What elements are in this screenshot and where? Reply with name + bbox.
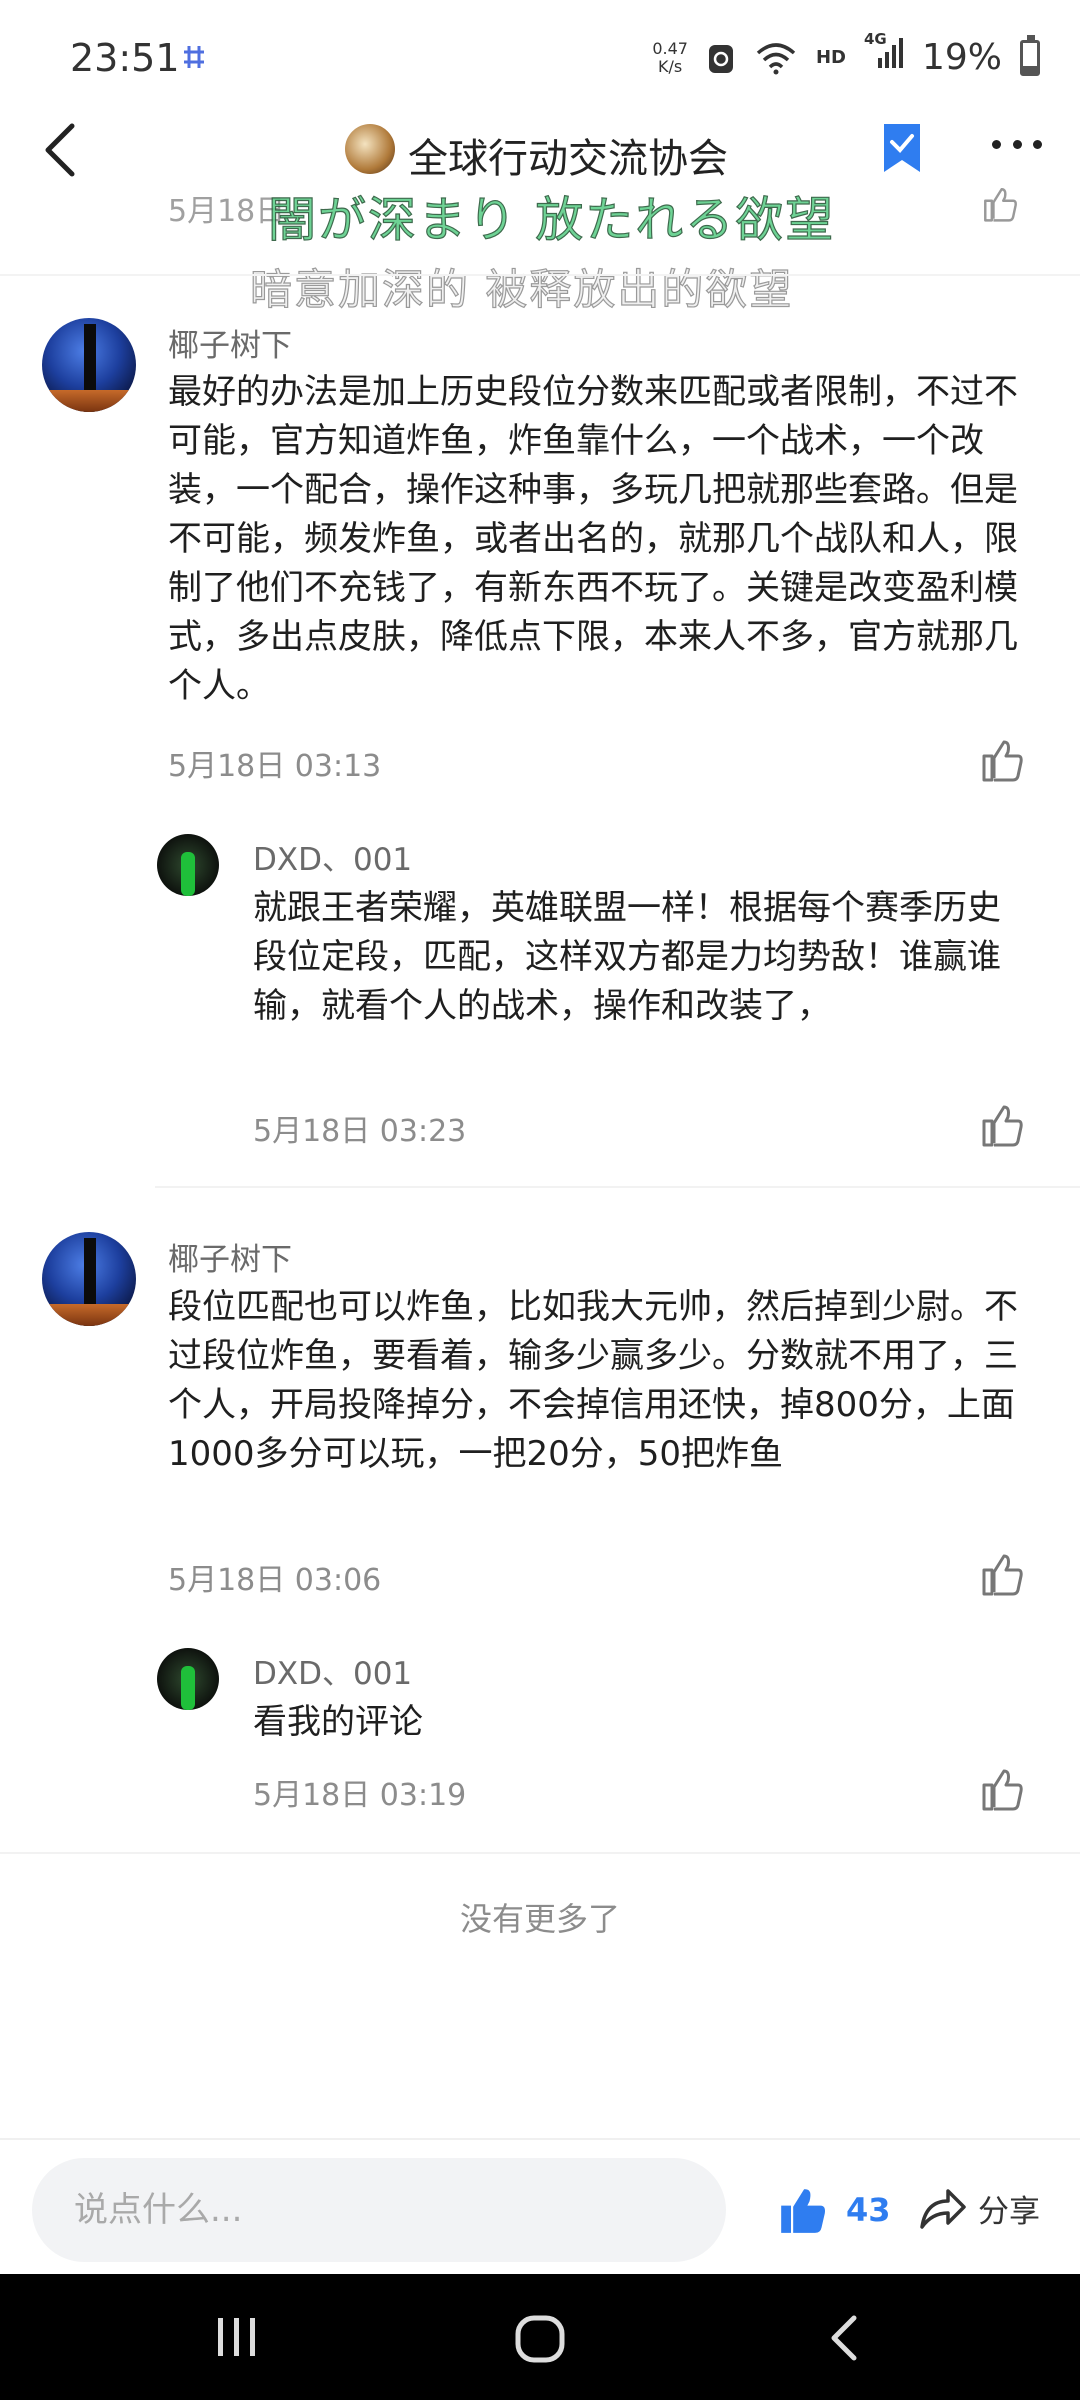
like-icon[interactable] — [980, 738, 1024, 782]
comment-text: 段位匹配也可以炸鱼，比如我大元帅，然后掉到少尉。不过段位炸鱼，要看着，输多少赢多… — [168, 1287, 1018, 1474]
avatar[interactable] — [42, 318, 136, 412]
status-bar: 23:51 0.47 K/s HD 4G 19% — [0, 0, 1080, 120]
divider — [155, 1186, 1080, 1188]
net-speed-unit: K/s — [658, 56, 683, 76]
status-icons: 0.47 K/s HD 4G 19% — [652, 30, 1040, 79]
home-icon[interactable] — [514, 2314, 566, 2364]
bottom-bar: 43 分享 — [0, 2138, 1080, 2274]
status-time: 23:51 — [70, 36, 180, 80]
battery-icon — [1020, 34, 1040, 76]
avatar[interactable] — [42, 1232, 136, 1326]
like-button[interactable]: 43 — [778, 2186, 891, 2234]
wifi-icon — [756, 42, 796, 74]
share-label: 分享 — [978, 2194, 1040, 2230]
back-icon[interactable] — [38, 118, 86, 182]
like-count: 43 — [846, 2191, 891, 2229]
network-type: 4G — [863, 30, 887, 48]
divider — [0, 274, 1080, 276]
divider — [0, 1852, 1080, 1854]
page-title: 全球行动交流协会 — [408, 136, 728, 182]
reply-time: 5月18日 03:23 — [253, 1114, 467, 1149]
like-icon[interactable] — [980, 1767, 1024, 1811]
comment-username[interactable]: 椰子树下 — [168, 320, 292, 365]
app-header: 全球行动交流协会 — [0, 110, 1080, 190]
bookmark-check-icon[interactable] — [882, 122, 922, 174]
comment-input[interactable] — [32, 2158, 726, 2262]
comment-text: 最好的办法是加上历史段位分数来匹配或者限制，不过不可能，官方知道炸鱼，炸鱼靠什么… — [168, 372, 1018, 706]
back-nav-icon[interactable] — [826, 2314, 862, 2362]
system-nav-bar — [0, 2274, 1080, 2400]
net-speed-value: 0.47 — [652, 38, 688, 58]
network-speed: 0.47 K/s — [652, 38, 688, 76]
like-icon[interactable] — [978, 186, 1022, 222]
battery-percent: 19% — [921, 37, 1002, 78]
reply-time: 5月18日 03:19 — [253, 1778, 467, 1813]
like-icon[interactable] — [980, 1552, 1024, 1596]
signal-group: 4G — [864, 30, 904, 79]
recent-apps-icon[interactable] — [212, 2314, 262, 2360]
comment-time: 5月18日 03:13 — [168, 749, 382, 784]
avatar[interactable] — [157, 834, 219, 896]
more-icon[interactable] — [992, 140, 1042, 154]
reply-username[interactable]: DXD、001 — [253, 834, 412, 879]
notification-grid-icon — [184, 46, 204, 68]
comment-username[interactable]: 椰子树下 — [168, 1234, 292, 1279]
group-avatar[interactable] — [345, 124, 395, 174]
reply-text: 看我的评论 — [253, 1702, 423, 1742]
reply-text: 就跟王者荣耀，英雄联盟一样！根据每个赛季历史段位定段，匹配，这样双方都是力均势敌… — [253, 888, 1001, 1026]
lyric-japanese: 闇が深まり 放たれる欲望 — [267, 191, 836, 248]
avatar[interactable] — [157, 1648, 219, 1710]
no-more-text: 没有更多了 — [459, 1900, 620, 1938]
reply-username[interactable]: DXD、001 — [253, 1648, 412, 1693]
share-icon — [920, 2188, 966, 2229]
share-button[interactable]: 分享 — [918, 2186, 1040, 2231]
thumbs-up-icon — [781, 2189, 825, 2233]
lyric-chinese: 暗意加深的 被释放出的欲望 — [249, 264, 794, 314]
comment-time: 5月18日 03:06 — [168, 1563, 382, 1598]
sync-icon — [708, 44, 733, 73]
like-icon[interactable] — [980, 1103, 1024, 1147]
hd-label: HD — [815, 47, 846, 68]
